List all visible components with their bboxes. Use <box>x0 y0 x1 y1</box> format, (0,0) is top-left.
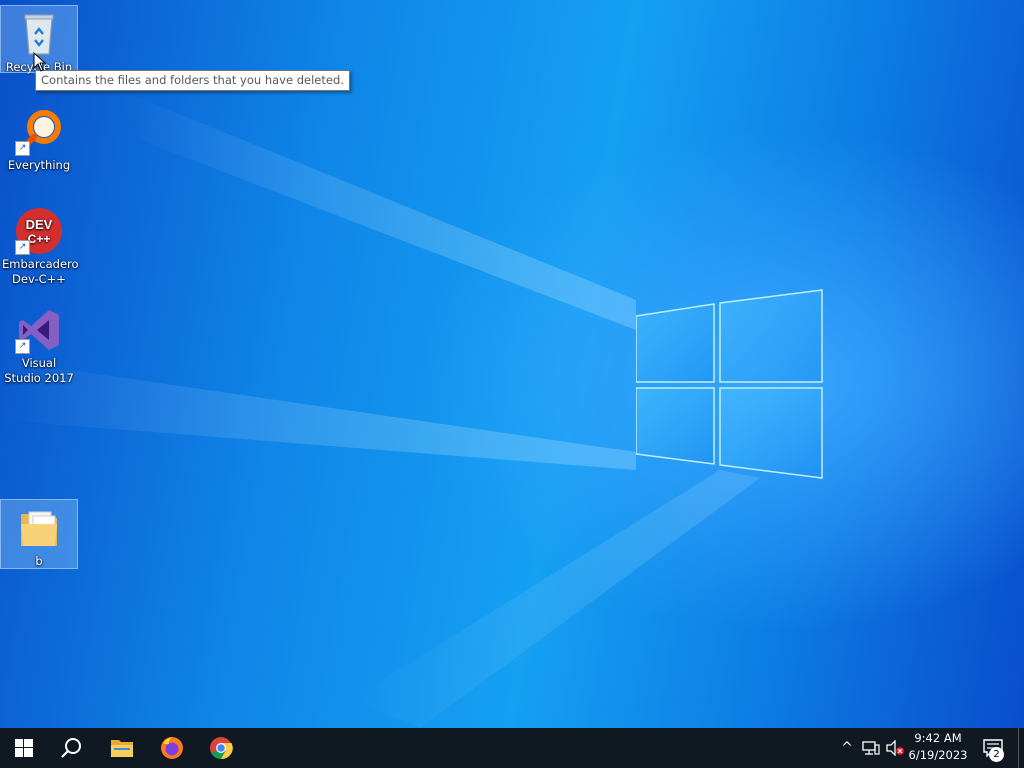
svg-text:C++: C++ <box>28 232 51 246</box>
desktop-icon-label: b <box>35 554 43 568</box>
taskbar-firefox[interactable] <box>148 728 196 768</box>
desktop-icon-label: Embarcadero Dev-C++ <box>2 257 79 286</box>
folder-icon <box>111 740 133 757</box>
desktop-icon-label: Visual Studio 2017 <box>4 356 74 385</box>
show-desktop-divider <box>1018 728 1019 768</box>
folder-icon <box>15 504 63 552</box>
dev-cpp-icon: DEV C++ ↗ <box>15 207 63 255</box>
desktop-icon-dev-cpp[interactable]: DEV C++ ↗ Embarcadero Dev-C++ <box>1 203 79 287</box>
taskbar-file-explorer[interactable] <box>98 728 146 768</box>
recycle-bin-tooltip: Contains the files and folders that you … <box>35 70 350 91</box>
volume-muted-icon <box>886 740 904 756</box>
search-button[interactable] <box>48 728 96 768</box>
tray-overflow-chevron[interactable]: ^ <box>838 728 856 768</box>
chevron-up-icon: ^ <box>841 740 853 756</box>
tray-network[interactable] <box>860 728 882 768</box>
visual-studio-icon: ↗ <box>15 306 63 354</box>
desktop-icon-label: Everything <box>7 158 71 172</box>
shortcut-arrow-icon: ↗ <box>15 240 30 255</box>
network-icon <box>862 741 880 755</box>
tray-clock[interactable]: 9:42 AM 6/19/2023 <box>903 730 973 764</box>
taskbar-chrome[interactable] <box>197 728 245 768</box>
desktop-icon-folder-b[interactable]: b <box>0 499 78 569</box>
clock-date: 6/19/2023 <box>908 748 968 762</box>
mouse-cursor-icon <box>33 52 47 72</box>
search-icon <box>61 738 81 758</box>
firefox-icon <box>161 737 183 759</box>
desktop-icon-visual-studio[interactable]: ↗ Visual Studio 2017 <box>1 302 77 386</box>
shortcut-arrow-icon: ↗ <box>15 141 30 156</box>
everything-search-icon: ↗ <box>15 108 63 156</box>
shortcut-arrow-icon: ↗ <box>15 339 30 354</box>
svg-text:DEV: DEV <box>26 217 53 232</box>
chrome-icon <box>210 737 233 760</box>
recycle-bin-icon <box>15 10 63 58</box>
start-button[interactable] <box>0 728 48 768</box>
desktop[interactable]: Recycle Bin ↗ Everything DEV C++ ↗ Embar… <box>0 0 1024 728</box>
windows-start-icon <box>15 739 33 757</box>
wallpaper-windows-logo <box>636 289 823 479</box>
clock-time: 9:42 AM <box>914 731 962 745</box>
desktop-icon-everything[interactable]: ↗ Everything <box>1 104 77 173</box>
wallpaper-light-beams <box>0 90 760 728</box>
taskbar: ^ 9:42 AM 6/19/2023 <box>0 728 1024 768</box>
notification-count-badge: 2 <box>989 747 1004 762</box>
